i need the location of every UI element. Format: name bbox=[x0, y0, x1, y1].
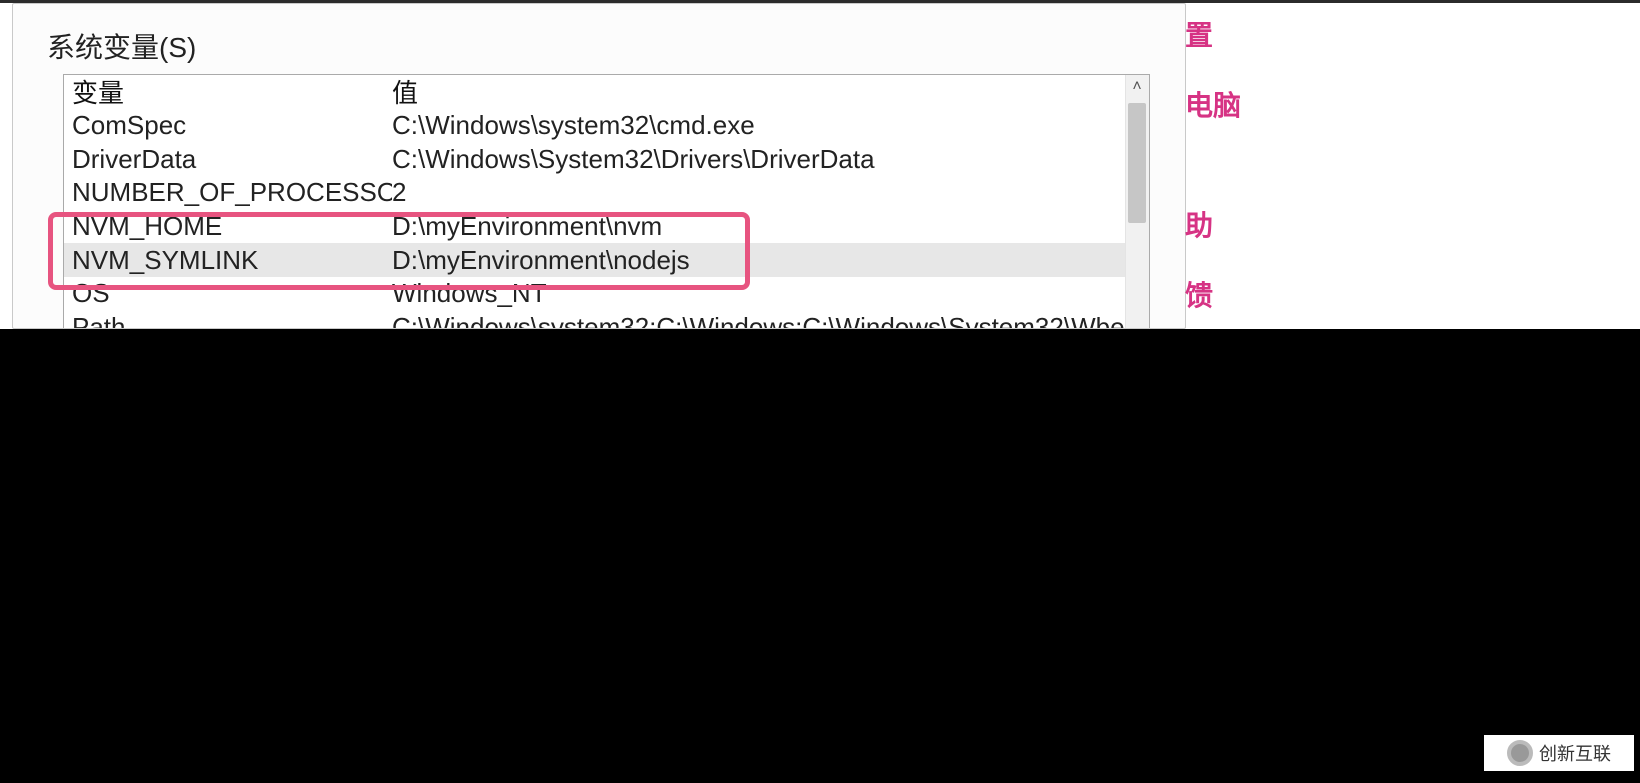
system-variables-table[interactable]: 变量 值 ComSpec C:\Windows\system32\cmd.exe… bbox=[63, 74, 1150, 329]
watermark-logo-icon bbox=[1507, 740, 1533, 766]
table-row[interactable]: ComSpec C:\Windows\system32\cmd.exe bbox=[64, 109, 1125, 143]
cell-value: C:\Windows\system32;C:\Windows;C:\Window… bbox=[392, 312, 1125, 329]
watermark-text: 创新互联 bbox=[1539, 740, 1611, 766]
watermark-badge: 创新互联 bbox=[1484, 735, 1634, 771]
table-row[interactable]: NUMBER_OF_PROCESSORS 2 bbox=[64, 176, 1125, 210]
cell-variable: NUMBER_OF_PROCESSORS bbox=[72, 177, 392, 208]
scrollbar-thumb[interactable] bbox=[1128, 103, 1146, 223]
header-variable: 变量 bbox=[72, 74, 392, 110]
cell-variable: NVM_HOME bbox=[72, 211, 392, 242]
cell-value: 2 bbox=[392, 177, 1125, 208]
side-link-1[interactable]: 电脑 bbox=[1185, 84, 1465, 124]
cell-variable: OS bbox=[72, 278, 392, 309]
side-link-0[interactable]: 置 bbox=[1185, 14, 1465, 54]
scroll-up-button[interactable]: ˄ bbox=[1125, 75, 1149, 99]
table-row[interactable]: NVM_HOME D:\myEnvironment\nvm bbox=[64, 210, 1125, 244]
page-frame: 系统变量(S) 变量 值 ComSpec C:\Windows\system32… bbox=[0, 0, 1640, 329]
cell-variable: NVM_SYMLINK bbox=[72, 245, 392, 276]
cell-value: C:\Windows\System32\Drivers\DriverData bbox=[392, 144, 1125, 175]
side-link-3[interactable]: 馈 bbox=[1185, 274, 1465, 314]
cell-value: D:\myEnvironment\nvm bbox=[392, 211, 1125, 242]
cell-variable: ComSpec bbox=[72, 110, 392, 141]
table-rows: 变量 值 ComSpec C:\Windows\system32\cmd.exe… bbox=[64, 75, 1125, 329]
header-value: 值 bbox=[392, 74, 1125, 110]
cell-value: Windows_NT bbox=[392, 278, 1125, 309]
side-links-panel: 置 电脑 助 馈 bbox=[1185, 14, 1465, 314]
table-row[interactable]: Path C:\Windows\system32;C:\Windows;C:\W… bbox=[64, 311, 1125, 329]
section-title-system-variables: 系统变量(S) bbox=[47, 26, 196, 66]
table-row[interactable]: NVM_SYMLINK D:\myEnvironment\nodejs bbox=[64, 243, 1125, 277]
table-header-row: 变量 值 bbox=[64, 75, 1125, 109]
cell-variable: Path bbox=[72, 312, 392, 329]
scrollbar-track[interactable]: ˄ bbox=[1125, 75, 1149, 329]
environment-variables-dialog: 系统变量(S) 变量 值 ComSpec C:\Windows\system32… bbox=[12, 3, 1186, 329]
cell-value: C:\Windows\system32\cmd.exe bbox=[392, 110, 1125, 141]
chevron-up-icon: ˄ bbox=[1132, 78, 1141, 96]
cell-value: D:\myEnvironment\nodejs bbox=[392, 245, 1125, 276]
cell-variable: DriverData bbox=[72, 144, 392, 175]
side-link-2[interactable]: 助 bbox=[1185, 204, 1465, 244]
table-row[interactable]: OS Windows_NT bbox=[64, 277, 1125, 311]
table-row[interactable]: DriverData C:\Windows\System32\Drivers\D… bbox=[64, 142, 1125, 176]
